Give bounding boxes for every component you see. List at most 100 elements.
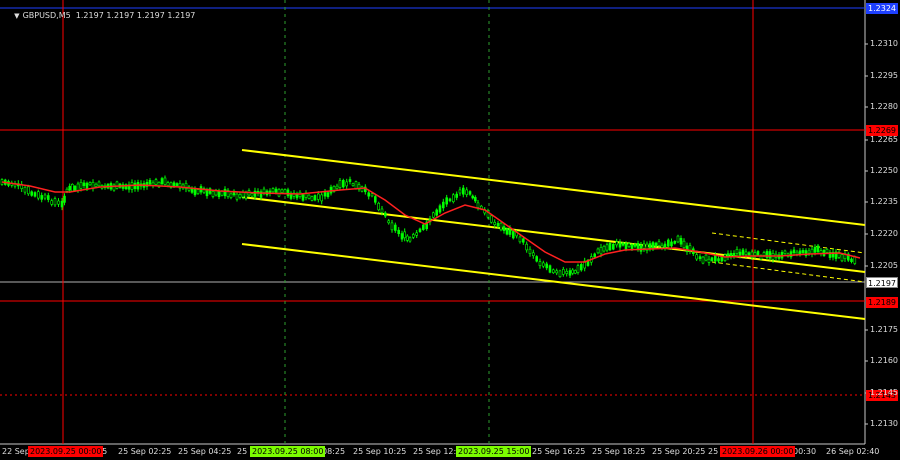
y-tick-label: 1.2175 [870, 325, 898, 334]
candle-body [461, 187, 465, 195]
price-chart[interactable]: ▼ GBPUSD,M5 1.2197 1.2197 1.2197 1.2197 1… [0, 0, 900, 460]
candle-body [23, 187, 27, 193]
chart-canvas[interactable] [0, 0, 900, 460]
x-tick-label: 25 Sep 02:25 [118, 447, 172, 456]
candle-body [393, 224, 397, 231]
candle-body [88, 182, 92, 186]
candle-body [445, 197, 449, 205]
x-tick-label: 25 Sep 04:25 [178, 447, 232, 456]
candle-body [76, 183, 80, 191]
candle-body [286, 189, 290, 197]
candle-body [753, 252, 757, 256]
candle-body [639, 244, 643, 252]
candle-body [531, 252, 535, 257]
candle-body [599, 247, 603, 255]
y-tick-label: 1.2160 [870, 356, 898, 365]
mini-channel-lower [711, 261, 866, 283]
candle-body [115, 181, 119, 189]
candle-body [57, 200, 60, 205]
candle-body [545, 263, 549, 269]
candle-body [229, 193, 233, 198]
candle-body [400, 233, 404, 240]
y-tick-label: 1.2250 [870, 166, 898, 175]
candle-body [435, 209, 439, 216]
candle-body [558, 270, 562, 277]
candle-body [217, 190, 221, 197]
price-label-current: 1.2197 [866, 277, 898, 288]
candle-body [383, 212, 387, 217]
candle-body [46, 195, 50, 200]
candle-body [676, 235, 680, 243]
candle-body [154, 179, 158, 185]
time-tag-2: 2023.09.25 08:00 [250, 446, 326, 457]
candle-body [468, 191, 472, 195]
candle-body [476, 202, 480, 208]
candle-body [30, 191, 34, 196]
candle-body [473, 197, 477, 202]
triangle-down-icon[interactable]: ▼ [14, 12, 19, 20]
candle-body [505, 228, 509, 235]
candle-body [211, 191, 215, 197]
candle-body [196, 189, 200, 195]
price-label-top-level: 1.2324 [866, 3, 898, 14]
candle-body [565, 270, 569, 274]
candle-body [415, 232, 419, 236]
candle-body [618, 242, 622, 248]
candle-body [373, 196, 377, 203]
candle-body [390, 222, 394, 231]
candle-body [789, 251, 793, 258]
candle-body [338, 180, 342, 188]
candle-body [762, 252, 766, 256]
chart-title-text: GBPUSD,M5 1.2197 1.2197 1.2197 1.2197 [22, 11, 196, 20]
candle-body [654, 242, 658, 247]
candle-body [704, 254, 708, 261]
channel-upper-line [241, 149, 866, 226]
candle-body [166, 182, 170, 186]
candle-body [579, 264, 583, 271]
candle-body [698, 256, 702, 260]
candle-body [280, 189, 284, 193]
candle-body [798, 250, 802, 255]
candle-body [670, 241, 673, 247]
candle-body [816, 245, 820, 253]
candle-body [33, 192, 37, 197]
candle-body [713, 254, 717, 262]
candle-body [431, 212, 435, 218]
candle-body [172, 182, 176, 187]
candle-body [528, 248, 532, 254]
candle-body [451, 194, 455, 203]
y-tick-label: 1.2205 [870, 261, 898, 270]
candle-body [241, 192, 245, 198]
candle-body [238, 194, 242, 198]
price-label-support-1: 1.2189 [866, 297, 898, 308]
x-tick-label: 25 Sep 10:25 [353, 447, 407, 456]
x-tick-label: 00:30 [793, 447, 817, 456]
candle-body [40, 195, 44, 200]
candle-body [323, 191, 327, 197]
channel-middle-line [241, 196, 866, 273]
candle-body [747, 252, 751, 255]
candle-body [253, 190, 257, 197]
candle-body [792, 249, 796, 254]
candle-body [345, 181, 349, 187]
chart-title: ▼ GBPUSD,M5 1.2197 1.2197 1.2197 1.2197 [4, 2, 195, 29]
y-tick-label: 1.2295 [870, 71, 898, 80]
candle-body [807, 250, 811, 254]
time-tag-1: 2023.09.25 00:00 [28, 446, 104, 457]
x-tick-label: 25 Sep 12:2 [413, 447, 462, 456]
candle-body [341, 180, 345, 188]
candle-body [283, 189, 287, 194]
candle-body [43, 194, 47, 199]
candle-body [555, 270, 559, 274]
candle-body [63, 195, 66, 203]
y-tick-label: 1.2265 [870, 135, 898, 144]
y-tick-label: 1.2145 [870, 388, 898, 397]
candle-body [633, 244, 637, 247]
candle-body [571, 269, 575, 274]
candle-body [707, 258, 711, 263]
candle-body [354, 181, 358, 189]
candle-body [576, 265, 580, 273]
candle-body [405, 235, 409, 241]
candle-body [738, 251, 742, 256]
candle-body [235, 193, 239, 200]
